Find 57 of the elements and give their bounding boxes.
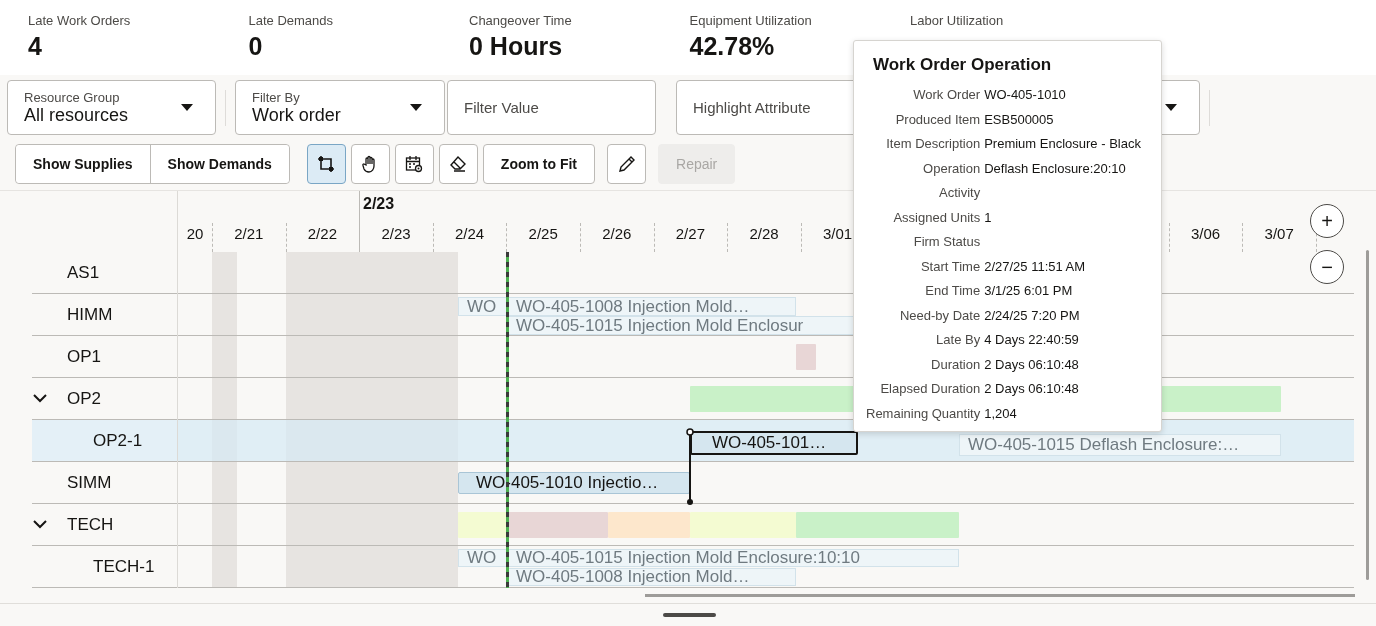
field-label: Item Description	[886, 135, 981, 153]
field-label: Need-by Date	[899, 306, 981, 325]
kpi-value: 0	[248, 32, 263, 61]
resource-label: HIMM	[67, 304, 113, 325]
day-label: 2/25	[527, 225, 559, 242]
day-label: 2/22	[306, 225, 338, 242]
field-value: ESB500005	[984, 110, 1054, 129]
day-label: 2/28	[748, 225, 780, 242]
kpi-value: 4	[28, 32, 42, 61]
day-label: 3/06	[1190, 225, 1222, 242]
field-value: 2 Days 06:10:48	[984, 380, 1079, 398]
field-value: 2/24/25 7:20 PM	[984, 306, 1080, 325]
kpi-value: 42.78%	[689, 32, 775, 61]
field-value: Deflash Enclosure:20:10	[984, 159, 1126, 178]
kpi-label: Equipment Utilization	[689, 13, 812, 28]
kpi-label: Labor Utilization	[910, 13, 1004, 28]
field-label: End Time	[925, 282, 981, 300]
field-value: 2/27/25 11:51 AM	[984, 257, 1086, 276]
day-label: 3/07	[1263, 225, 1295, 242]
resource-label: OP1	[67, 346, 102, 367]
day-label: 2/27	[674, 225, 706, 242]
resource-label: OP2-1	[93, 430, 143, 451]
field-label: Operation	[923, 159, 981, 178]
field-label: Late By	[936, 331, 981, 349]
field-label: Elapsed Duration	[880, 380, 981, 398]
field-value: 2 Days 06:10:48	[984, 355, 1079, 374]
tooltip-title: Work Order Operation	[873, 55, 1052, 75]
kpi-label: Late Demands	[248, 13, 334, 28]
field-value: 3/1/25 6:01 PM	[984, 282, 1073, 300]
field-value: 1,204	[984, 404, 1017, 423]
field-label: Activity	[939, 184, 981, 202]
day-label: 2/21	[233, 225, 265, 242]
field-label: Start Time	[920, 257, 981, 276]
kpi-label: Late Work Orders	[28, 13, 131, 28]
field-label: Work Order	[913, 86, 981, 104]
field-label: Duration	[931, 355, 981, 374]
kpi-label: Changeover Time	[469, 13, 572, 28]
resource-label: TECH-1	[93, 556, 155, 577]
resource-label: OP2	[67, 388, 102, 409]
day-label: 20	[185, 225, 205, 242]
field-label: Remaining Quantity	[866, 404, 981, 423]
day-label: 3/01	[822, 225, 854, 242]
resource-label: SIMM	[67, 472, 112, 493]
field-value: 4 Days 22:40:59	[984, 331, 1079, 349]
resource-label: AS1	[67, 262, 100, 283]
field-value: 1	[984, 208, 992, 227]
day-label: 2/23	[380, 225, 412, 242]
resource-label: TECH	[67, 514, 114, 535]
week-label: 2/23	[363, 195, 395, 213]
day-label: 2/24	[454, 225, 486, 242]
field-label: Firm Status	[913, 233, 981, 251]
kpi-value: 0 Hours	[469, 32, 563, 61]
field-value: WO-405-1010	[984, 86, 1066, 104]
field-value: Premium Enclosure - Black	[984, 135, 1141, 153]
field-label: Produced Item	[895, 110, 981, 129]
field-label: Assigned Units	[893, 208, 981, 227]
day-label: 2/26	[601, 225, 633, 242]
